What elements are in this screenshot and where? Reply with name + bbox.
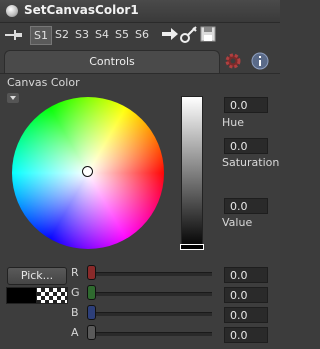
link-icon[interactable]: [180, 25, 198, 43]
tool-enable-icon[interactable]: [6, 5, 18, 17]
value-slider[interactable]: [181, 96, 203, 250]
slot-s5[interactable]: S5: [113, 26, 131, 43]
hue-field[interactable]: 0.0: [224, 97, 268, 113]
tab-controls[interactable]: Controls: [4, 50, 220, 73]
saturation-field[interactable]: 0.0: [224, 138, 268, 154]
channel-b-label: B: [71, 306, 79, 319]
channel-r-label: R: [71, 266, 79, 279]
channel-g-track[interactable]: [92, 292, 212, 296]
channel-b-handle[interactable]: [87, 305, 96, 320]
slot-s6[interactable]: S6: [133, 26, 151, 43]
channel-g-handle[interactable]: [87, 285, 96, 300]
channel-b-track[interactable]: [92, 312, 212, 316]
color-swatch: [6, 287, 38, 304]
arrow-right-icon[interactable]: [160, 25, 180, 43]
channel-g-field[interactable]: 0.0: [224, 287, 268, 303]
inspector-panel: SetCanvasColor1 S1 S2 S3 S4 S5 S6 Contro…: [0, 0, 280, 349]
slot-s2[interactable]: S2: [53, 26, 71, 43]
slot-s1[interactable]: S1: [30, 26, 52, 45]
value-field[interactable]: 0.0: [224, 198, 268, 214]
channel-g-label: G: [71, 286, 80, 299]
value-slider-handle[interactable]: [180, 244, 204, 250]
channel-a-track[interactable]: [92, 332, 212, 336]
saturation-label: Saturation: [222, 156, 280, 169]
tool-header[interactable]: SetCanvasColor1: [0, 0, 280, 23]
slot-s4[interactable]: S4: [93, 26, 111, 43]
color-wheel-cursor[interactable]: [82, 166, 93, 177]
channel-a-field[interactable]: 0.0: [224, 327, 268, 343]
channel-r-field[interactable]: 0.0: [224, 267, 268, 283]
channel-r-track[interactable]: [92, 272, 212, 276]
pick-button[interactable]: Pick...: [7, 267, 67, 285]
channel-r-handle[interactable]: [87, 265, 96, 280]
info-icon[interactable]: [251, 52, 269, 70]
canvas-color-label: Canvas Color: [7, 76, 80, 89]
pin-icon[interactable]: [4, 27, 24, 43]
slot-s3[interactable]: S3: [73, 26, 91, 43]
dropdown-icon[interactable]: [7, 93, 19, 103]
channel-a-handle[interactable]: [87, 325, 96, 340]
tool-title: SetCanvasColor1: [24, 3, 139, 17]
channel-b-field[interactable]: 0.0: [224, 307, 268, 323]
alpha-swatch: [36, 287, 68, 304]
hue-label: Hue: [222, 116, 245, 129]
value-label: Value: [222, 216, 253, 229]
save-icon[interactable]: [199, 25, 217, 43]
channel-a-label: A: [71, 326, 79, 339]
gear-icon[interactable]: [224, 52, 242, 70]
